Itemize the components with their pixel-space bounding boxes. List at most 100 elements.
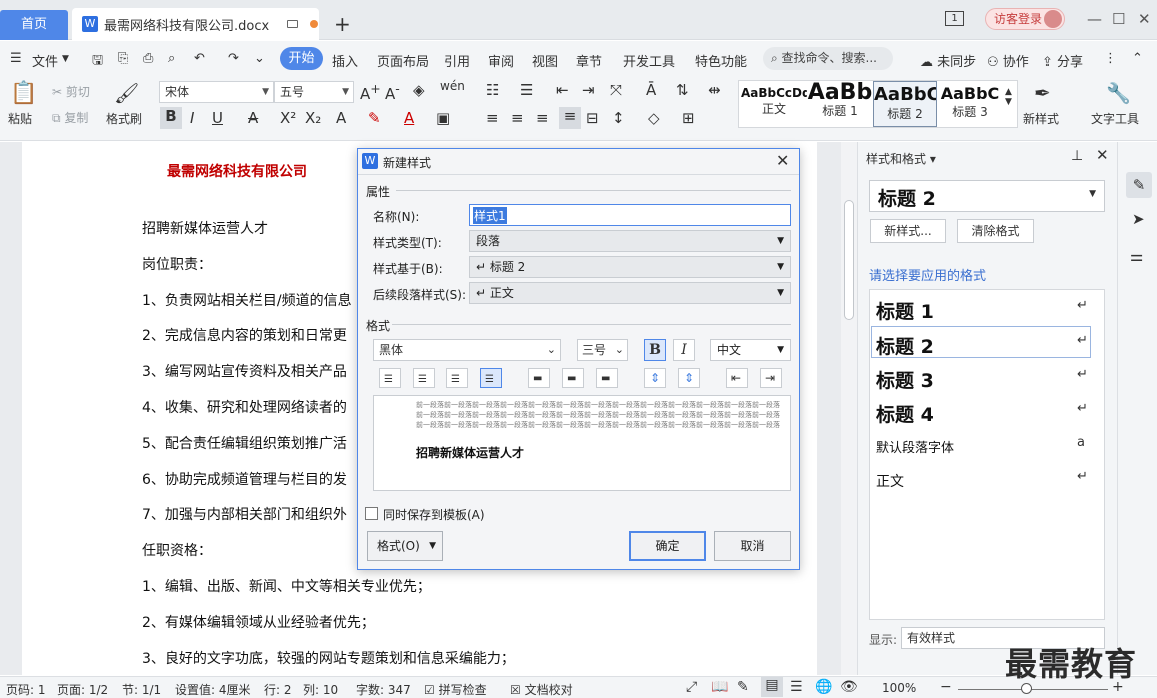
bullets-icon[interactable]: ☷ (486, 81, 499, 99)
menu-view[interactable]: 视图 (532, 51, 558, 70)
maximize-button[interactable]: ☐ (1112, 10, 1125, 28)
dialog-ok-button[interactable]: 确定 (629, 531, 706, 561)
cursor-icon[interactable]: ➤ (1132, 210, 1145, 228)
cut-button[interactable]: ✂ 剪切 (52, 83, 90, 100)
page-count-badge[interactable]: 1 (945, 11, 964, 26)
text-effect-icon[interactable]: A (336, 109, 346, 127)
command-search[interactable]: ⌕ 查找命令、搜索... (763, 47, 893, 70)
tab-icon[interactable]: ⇹ (708, 81, 721, 99)
paste-label[interactable]: 粘贴 (8, 110, 32, 127)
strikethrough-icon[interactable]: A (248, 109, 258, 127)
save-icon[interactable]: 🖫 (92, 51, 103, 73)
menu-file[interactable]: 文件 (32, 51, 58, 70)
page-view-icon[interactable]: ▤ (761, 677, 783, 697)
align-right-icon[interactable]: ≡ (536, 109, 549, 127)
menu-start[interactable]: 开始 (280, 47, 323, 70)
vertical-scrollbar[interactable] (841, 142, 857, 675)
panel-title[interactable]: 样式和格式 ▾ (866, 150, 936, 167)
new-style-icon[interactable]: ✒ (1034, 81, 1051, 105)
monitor-icon[interactable] (287, 20, 299, 28)
status-word-count[interactable]: 字数: 347 (356, 681, 411, 698)
undo-icon[interactable]: ↶ (194, 51, 205, 66)
paste-icon[interactable]: 📋 (10, 81, 37, 106)
dialog-decrease-indent-button[interactable]: ⇤ (726, 368, 748, 388)
shading-icon[interactable]: ◇ (648, 109, 660, 127)
sort-icon[interactable]: ⇅ (676, 81, 689, 99)
print-icon[interactable]: ⎙ (143, 51, 153, 66)
fullscreen-icon[interactable]: ⤢ (686, 679, 697, 695)
show-marks-icon[interactable]: Ā (646, 81, 656, 99)
clear-format-icon[interactable]: ◈ (413, 81, 425, 99)
based-on-select[interactable]: ↵ 标题 2 ▼ (469, 256, 791, 278)
underline-icon[interactable]: U (212, 109, 223, 127)
more-menu-icon[interactable]: ⋮ (1104, 51, 1117, 66)
increase-indent-icon[interactable]: ⇥ (582, 81, 595, 99)
gallery-scroll-icon[interactable]: ▲ ▼ (1005, 87, 1012, 107)
eye-protect-icon[interactable]: 👁 (840, 679, 858, 695)
format-painter-label[interactable]: 格式刷 (106, 110, 142, 127)
preview-icon[interactable]: ⌕ (168, 51, 175, 66)
sync-status[interactable]: ☁ 未同步 (920, 51, 976, 70)
next-style-select[interactable]: ↵ 正文 ▼ (469, 282, 791, 304)
dialog-close-icon[interactable]: ✕ (776, 151, 789, 170)
dialog-double-spacing-button[interactable]: ▬ (596, 368, 618, 388)
style-list-item[interactable]: 标题 3 (876, 366, 934, 393)
scroll-thumb[interactable] (844, 200, 854, 320)
style-name-input[interactable]: 样式1 (469, 204, 791, 226)
web-view-icon[interactable]: 🌐 (815, 679, 832, 695)
borders-icon[interactable]: ⊞ (682, 109, 695, 127)
align-left-icon[interactable]: ≡ (486, 109, 499, 127)
copy-button[interactable]: ⧉ 复制 (52, 109, 88, 126)
dialog-bold-button[interactable]: B (644, 339, 666, 361)
new-tab-button[interactable]: + (334, 12, 351, 36)
line-spacing-icon[interactable]: ↕ (612, 109, 625, 127)
hamburger-icon[interactable]: ☰ (10, 51, 22, 66)
new-style-label[interactable]: 新样式 (1023, 110, 1059, 127)
dialog-onehalf-spacing-button[interactable]: ▬ (562, 368, 584, 388)
align-center-icon[interactable]: ≡ (511, 109, 524, 127)
panel-clear-format-button[interactable]: 清除格式 (957, 219, 1034, 243)
outline-view-icon[interactable]: ☰ (790, 679, 803, 695)
font-color-icon[interactable]: A (404, 109, 414, 127)
close-window-button[interactable]: ✕ (1138, 10, 1151, 28)
style-list-item[interactable]: 标题 4 (876, 400, 934, 427)
share-button[interactable]: ⇪ 分享 (1042, 51, 1083, 70)
redo-icon[interactable]: ↷ (228, 51, 239, 66)
style-list-item[interactable]: 标题 1 (876, 297, 934, 324)
spell-check-button[interactable]: ☑ 拼写检查 (424, 681, 487, 698)
distribute-icon[interactable]: ⊟ (586, 109, 599, 127)
menu-insert[interactable]: 插入 (332, 51, 358, 70)
decrease-indent-icon[interactable]: ⇤ (556, 81, 569, 99)
highlight-icon[interactable]: ✎ (368, 109, 381, 127)
chevron-down-icon[interactable]: ▼ (62, 54, 69, 64)
pin-icon[interactable]: ⊥ (1071, 148, 1083, 164)
dialog-cancel-button[interactable]: 取消 (714, 531, 791, 561)
font-name-select[interactable]: 宋体 ▼ (159, 81, 274, 103)
justify-icon[interactable]: ≡ (559, 107, 581, 129)
menu-references[interactable]: 引用 (444, 51, 470, 70)
collab-button[interactable]: ⚇ 协作 (987, 51, 1029, 70)
close-panel-icon[interactable]: ✕ (1096, 146, 1109, 164)
subscript-icon[interactable]: X₂ (305, 109, 321, 127)
font-size-select[interactable]: 五号 ▼ (274, 81, 354, 103)
dialog-align-right-button[interactable]: ☰ (446, 368, 468, 388)
numbering-icon[interactable]: ☰ (520, 81, 533, 99)
status-pages[interactable]: 页面: 1/2 (57, 681, 108, 698)
format-painter-icon[interactable]: 🖌 (114, 81, 139, 105)
style-type-select[interactable]: 段落 ▼ (469, 230, 791, 252)
dialog-size-select[interactable]: 三号 ⌄ (577, 339, 628, 361)
reading-mode-icon[interactable]: 📖 (711, 679, 728, 695)
dialog-space-after-button[interactable]: ⇕ (678, 368, 700, 388)
collapse-ribbon-icon[interactable]: ⌃ (1132, 51, 1143, 66)
minimize-button[interactable]: — (1087, 10, 1102, 28)
menu-layout[interactable]: 页面布局 (377, 51, 429, 70)
guest-login-button[interactable]: 访客登录 (985, 8, 1065, 30)
more-icon[interactable]: ⌄ (254, 51, 265, 66)
style-list-item[interactable]: 正文 (876, 471, 904, 491)
char-border-icon[interactable]: ▣ (436, 109, 450, 127)
dialog-align-center-button[interactable]: ☰ (413, 368, 435, 388)
home-tab[interactable]: 首页 (0, 10, 68, 40)
italic-icon[interactable]: I (190, 109, 194, 127)
zoom-out-icon[interactable]: − (940, 679, 952, 695)
style-normal[interactable]: AaBbCcDd 正文 (741, 81, 807, 127)
